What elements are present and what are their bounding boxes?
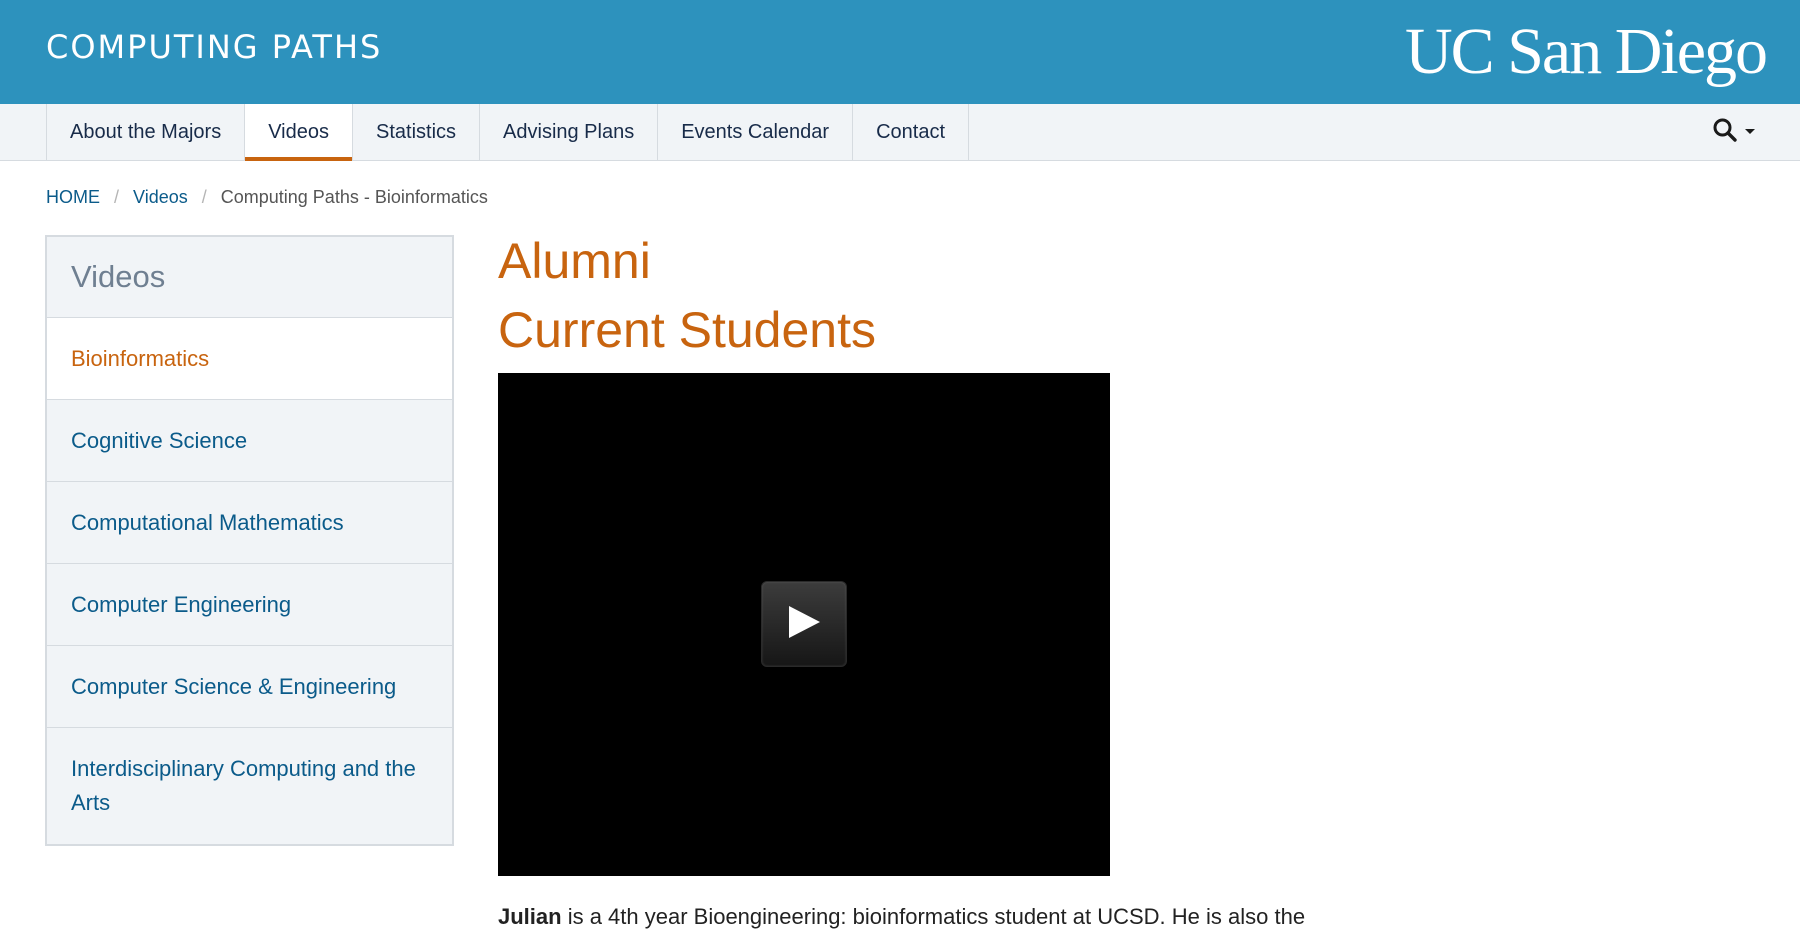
caret-down-icon [1744, 123, 1756, 141]
breadcrumb-separator: / [114, 187, 120, 207]
search-icon [1712, 117, 1738, 148]
sidebar-item-computational-mathematics[interactable]: Computational Mathematics [47, 482, 452, 564]
heading-alumni[interactable]: Alumni [498, 232, 651, 290]
sidebar-item-bioinformatics[interactable]: Bioinformatics [47, 318, 452, 400]
nav-item-advising-plans[interactable]: Advising Plans [480, 104, 659, 160]
site-title[interactable]: COMPUTING PATHS [46, 28, 382, 66]
breadcrumb-home-link[interactable]: HOME [46, 187, 100, 208]
sidebar-item-computer-engineering[interactable]: Computer Engineering [47, 564, 452, 646]
site-header: COMPUTING PATHS UC San Diego [0, 0, 1800, 104]
video-player[interactable] [498, 373, 1110, 876]
nav-item-about-the-majors[interactable]: About the Majors [47, 104, 246, 160]
play-icon [786, 604, 822, 645]
nav-items: About the Majors Videos Statistics Advis… [46, 104, 970, 161]
student-name: Julian [498, 904, 562, 929]
search-toggle-button[interactable] [1712, 116, 1756, 148]
sidebar-nav: Videos Bioinformatics Cognitive Science … [45, 235, 454, 846]
main-nav: About the Majors Videos Statistics Advis… [0, 104, 1800, 161]
nav-item-events-calendar[interactable]: Events Calendar [658, 104, 854, 160]
sidebar-item-interdisciplinary-computing-arts[interactable]: Interdisciplinary Computing and the Arts [47, 728, 452, 844]
play-button[interactable] [761, 581, 847, 667]
sidebar-item-computer-science-engineering[interactable]: Computer Science & Engineering [47, 646, 452, 728]
video-description: Julian is a 4th year Bioengineering: bio… [498, 904, 1305, 930]
nav-item-contact[interactable]: Contact [853, 104, 970, 160]
nav-item-statistics[interactable]: Statistics [353, 104, 481, 160]
breadcrumb-current: Computing Paths - Bioinformatics [220, 187, 488, 207]
sidebar-heading: Videos [47, 237, 452, 318]
sidebar-item-cognitive-science[interactable]: Cognitive Science [47, 400, 452, 482]
breadcrumb: HOME / Videos / Computing Paths - Bioinf… [46, 187, 488, 208]
breadcrumb-separator: / [201, 187, 207, 207]
breadcrumb-videos-link[interactable]: Videos [133, 187, 188, 208]
heading-current-students[interactable]: Current Students [498, 301, 876, 359]
description-text: is a 4th year Bioengineering: bioinforma… [561, 904, 1306, 929]
nav-item-videos[interactable]: Videos [245, 104, 353, 161]
ucsd-logo[interactable]: UC San Diego [1405, 14, 1768, 90]
